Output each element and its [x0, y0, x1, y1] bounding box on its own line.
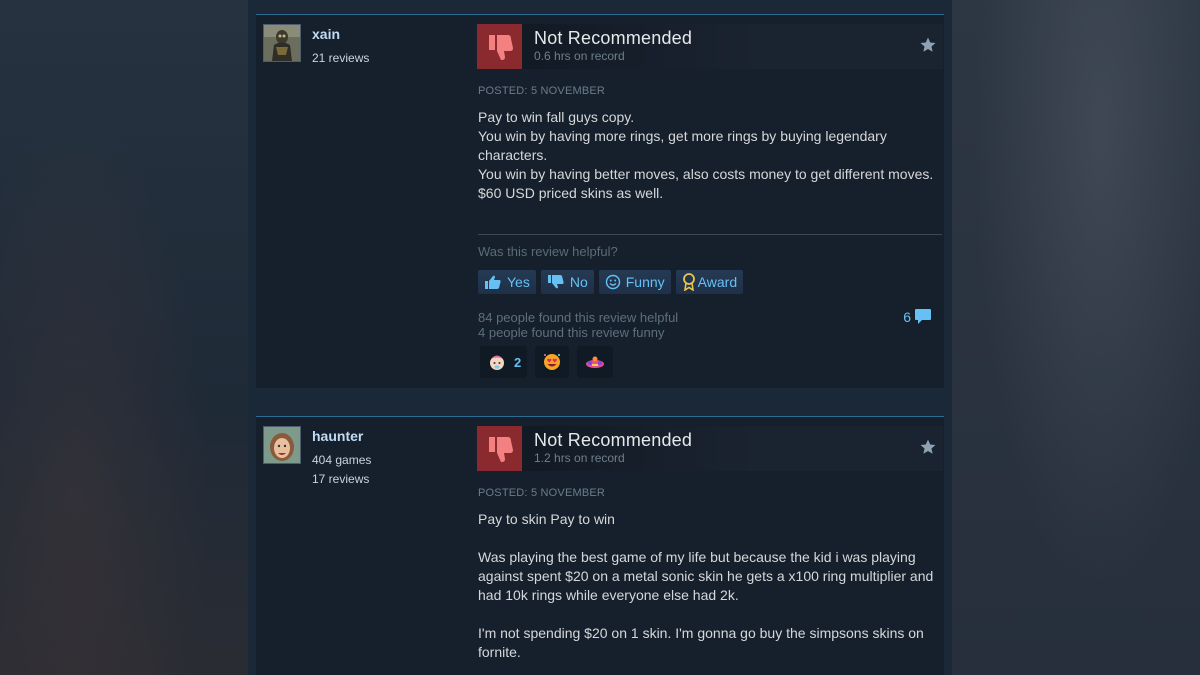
review-line: Pay to skin Pay to win	[478, 511, 615, 527]
award-clown[interactable]	[577, 346, 614, 378]
awards-row: 2	[480, 346, 614, 378]
games-count[interactable]: 404 games	[312, 453, 371, 467]
clown-award-icon	[586, 356, 605, 368]
vote-header[interactable]: Not Recommended 0.6 hrs on record	[477, 24, 943, 69]
review-count[interactable]: 17 reviews	[312, 472, 369, 486]
award-baby[interactable]: 2	[480, 346, 528, 378]
verdict-title: Not Recommended	[534, 430, 693, 450]
helpful-count-text: 84 people found this review helpful	[478, 310, 679, 325]
vote-buttons: Yes No Funny Award	[478, 270, 744, 294]
verdict-title: Not Recommended	[534, 28, 693, 48]
helpful-question: Was this review helpful?	[478, 244, 618, 259]
thumbs-down-icon	[477, 426, 522, 471]
funny-label: Funny	[625, 274, 665, 290]
yes-label: Yes	[507, 274, 530, 290]
award-button[interactable]: Award	[675, 270, 744, 294]
posted-date: POSTED: 5 NOVEMBER	[478, 487, 606, 499]
review-blank-line	[478, 529, 938, 548]
heart-eyes-award-icon	[544, 354, 561, 370]
review-line: Was playing the best game of my life but…	[478, 549, 934, 603]
review-blank-line	[478, 605, 938, 624]
no-label: No	[569, 274, 588, 290]
award-count: 2	[514, 354, 522, 370]
thumbs-down-icon	[477, 24, 522, 69]
review-line: Pay to win fall guys copy.	[478, 109, 635, 125]
no-button[interactable]: No	[540, 270, 594, 294]
comment-bubble-icon	[915, 309, 931, 324]
baby-award-icon	[490, 355, 504, 370]
review-line: You win by having better moves, also cos…	[478, 166, 934, 182]
review-body: Pay to skin Pay to win Was playing the b…	[478, 510, 938, 662]
comment-count[interactable]: 6	[903, 308, 932, 325]
review-line: I'm not spending $20 on 1 skin. I'm gonn…	[478, 625, 924, 660]
thumbs-up-icon	[485, 275, 501, 289]
review-card: haunter 404 games 17 reviews Not Recomme…	[256, 416, 944, 675]
funny-count-text: 4 people found this review funny	[478, 325, 665, 340]
review-body: Pay to win fall guys copy. You win by ha…	[478, 108, 938, 203]
award-label: Award	[697, 274, 738, 290]
hours-on-record: 0.6 hrs on record	[534, 49, 625, 63]
username[interactable]: xain	[312, 26, 340, 42]
star-icon[interactable]	[919, 36, 937, 54]
helpful-stats: 84 people found this review helpful 4 pe…	[478, 310, 678, 340]
review-separator	[256, 388, 944, 416]
avatar[interactable]	[263, 24, 301, 62]
review-card: xain 21 reviews Not Recommended 0.6 hrs …	[256, 14, 944, 389]
review-line: $60 USD priced skins as well.	[478, 185, 664, 201]
star-icon[interactable]	[919, 438, 937, 456]
vote-header[interactable]: Not Recommended 1.2 hrs on record	[477, 426, 943, 471]
posted-date: POSTED: 5 NOVEMBER	[478, 85, 606, 97]
username[interactable]: haunter	[312, 428, 363, 444]
smiley-icon	[605, 274, 620, 290]
background-left	[0, 0, 248, 675]
yes-button[interactable]: Yes	[478, 270, 536, 294]
hours-on-record: 1.2 hrs on record	[534, 451, 625, 465]
review-line: You win by having more rings, get more r…	[478, 128, 887, 163]
divider	[478, 234, 942, 235]
background-right	[952, 0, 1200, 675]
award-ribbon-icon	[682, 273, 695, 291]
thumbs-down-icon	[547, 275, 564, 289]
avatar[interactable]	[263, 426, 301, 464]
comment-count-number: 6	[903, 308, 911, 325]
funny-button[interactable]: Funny	[598, 270, 671, 294]
review-count[interactable]: 21 reviews	[312, 51, 369, 65]
award-heart-eyes[interactable]	[535, 346, 570, 378]
